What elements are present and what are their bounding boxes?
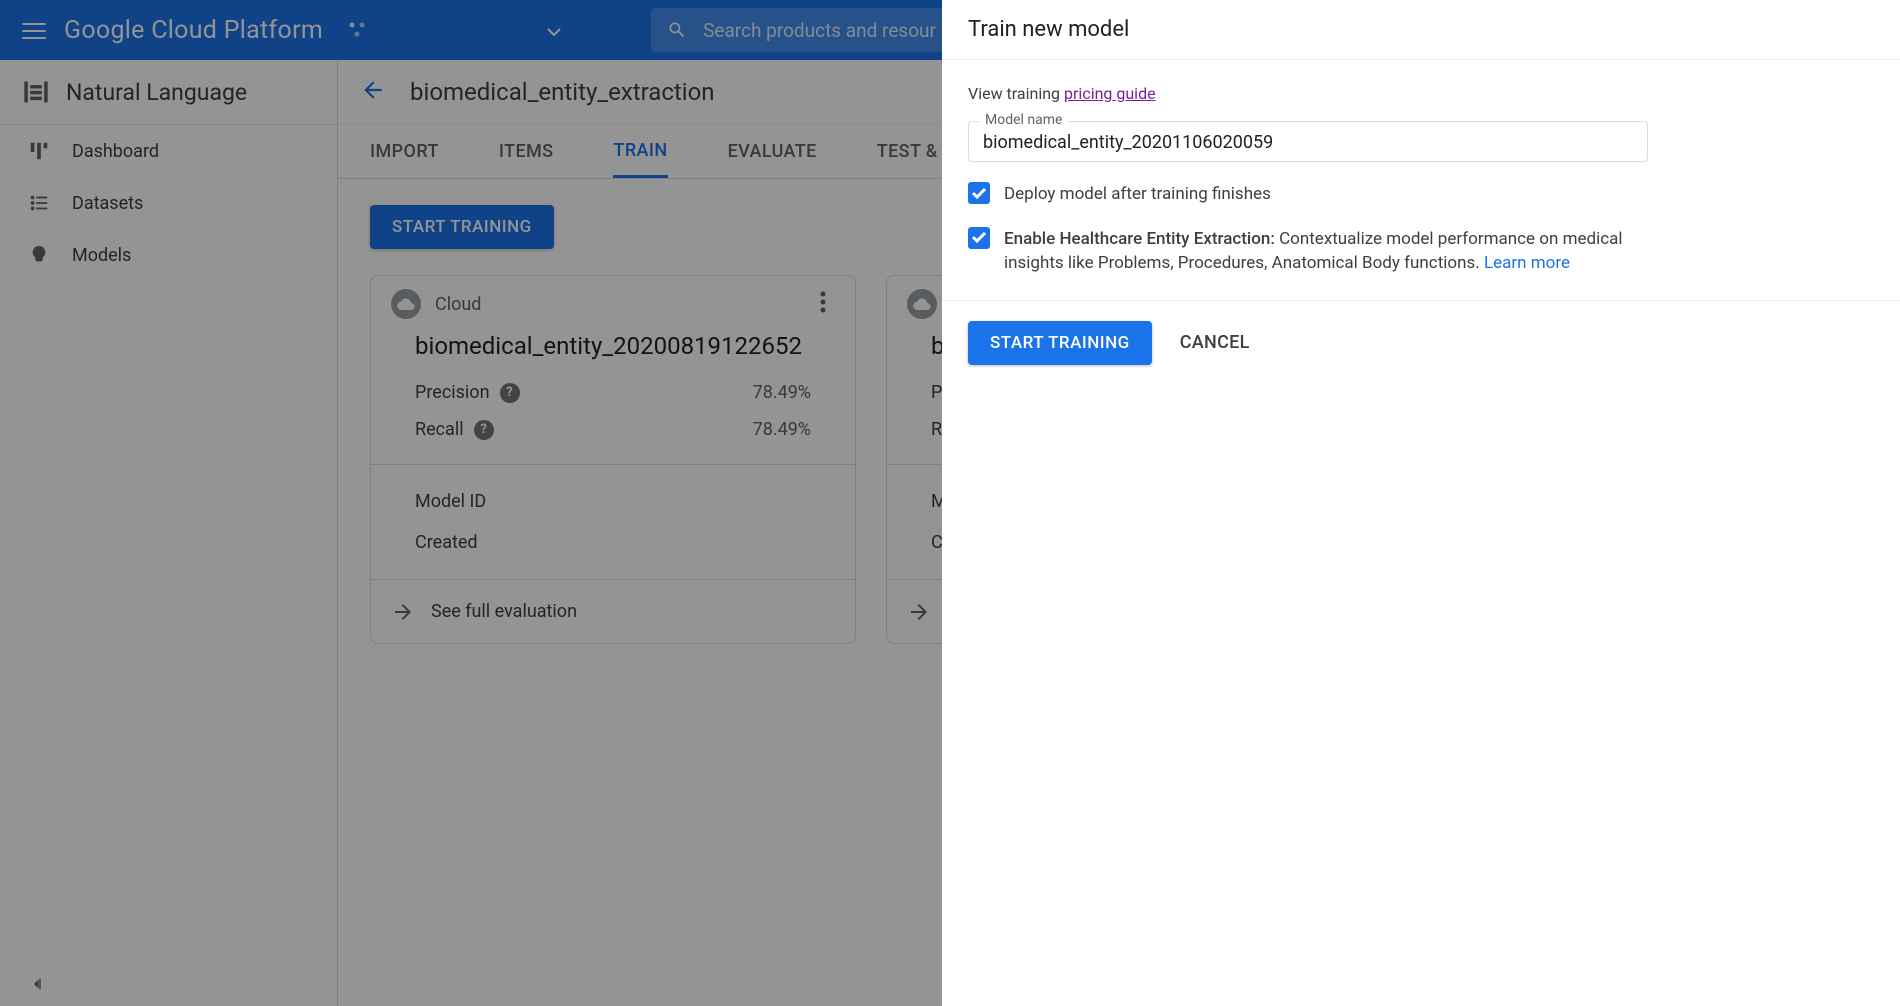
pricing-guide-link[interactable]: pricing guide bbox=[1064, 84, 1156, 103]
panel-title: Train new model bbox=[942, 0, 1900, 60]
healthcare-label: Enable Healthcare Entity Extraction: Con… bbox=[1004, 227, 1644, 276]
learn-more-link[interactable]: Learn more bbox=[1484, 253, 1570, 273]
deploy-label: Deploy model after training finishes bbox=[1004, 182, 1271, 207]
dialog-start-training-button[interactable]: START TRAINING bbox=[968, 321, 1152, 365]
train-model-panel: Train new model View training pricing gu… bbox=[942, 0, 1900, 1006]
pricing-guide-text: View training pricing guide bbox=[968, 84, 1874, 103]
deploy-checkbox[interactable] bbox=[968, 182, 990, 204]
healthcare-checkbox[interactable] bbox=[968, 227, 990, 249]
model-name-input[interactable] bbox=[983, 132, 1633, 153]
model-name-label: Model name bbox=[979, 112, 1068, 128]
cancel-button[interactable]: CANCEL bbox=[1180, 332, 1250, 353]
model-name-field[interactable]: Model name bbox=[968, 121, 1648, 162]
